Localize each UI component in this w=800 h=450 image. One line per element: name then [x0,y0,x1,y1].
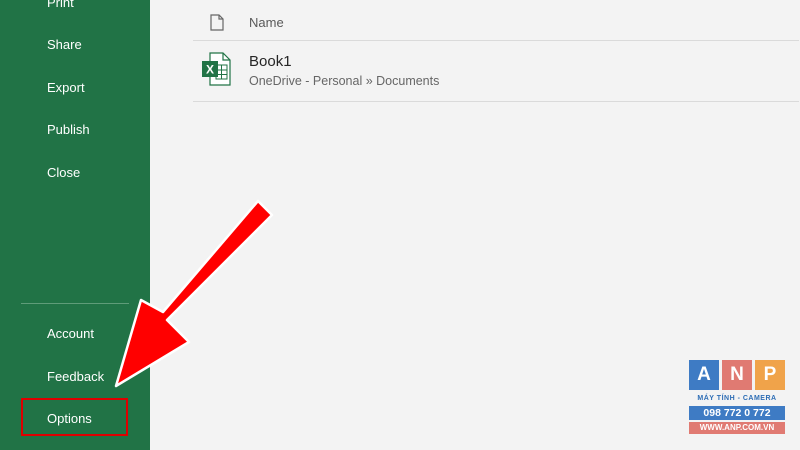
logo-phone: 098 772 0 772 [689,406,785,420]
logo-letter-p: P [755,360,785,390]
logo-letter-n: N [722,360,752,390]
logo-subtitle: MÁY TÍNH - CAMERA [697,395,777,402]
red-arrow-annotation [114,199,274,388]
anp-watermark-logo: A N P MÁY TÍNH - CAMERA 098 772 0 772 WW… [689,360,785,436]
logo-website: WWW.ANP.COM.VN [689,422,785,434]
logo-letter-a: A [689,360,719,390]
